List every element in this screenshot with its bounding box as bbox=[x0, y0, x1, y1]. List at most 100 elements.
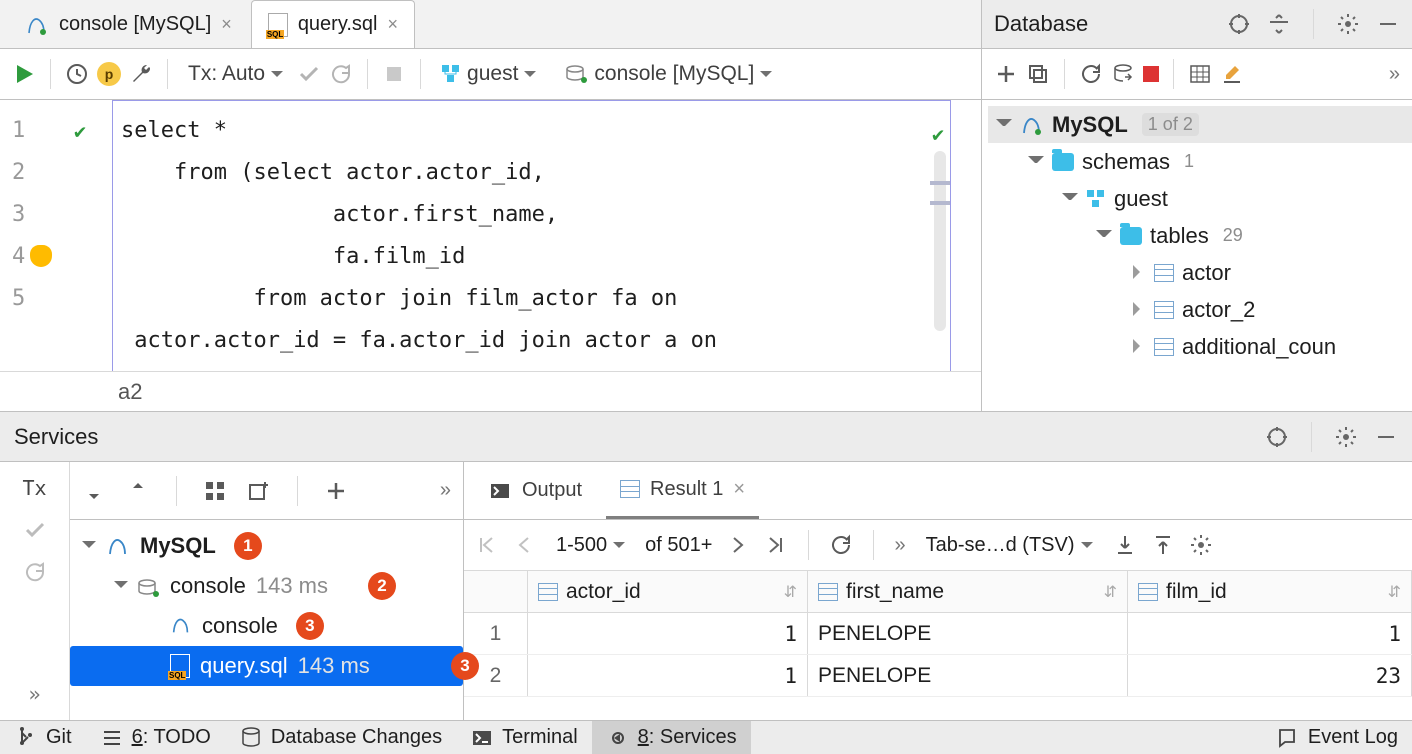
tree-row-tables[interactable]: tables 29 bbox=[988, 217, 1412, 254]
console-dropdown[interactable]: console [MySQL] bbox=[560, 58, 778, 90]
rollback-icon[interactable] bbox=[329, 62, 353, 86]
status-services[interactable]: 8: Services bbox=[592, 721, 751, 754]
add-icon[interactable] bbox=[324, 479, 348, 503]
tree-row-table[interactable]: actor bbox=[988, 254, 1412, 291]
result-row[interactable]: 2 1 PENELOPE 23 bbox=[464, 655, 1412, 697]
tree-row-table[interactable]: additional_coun bbox=[988, 328, 1412, 365]
editor-body[interactable]: 1 2 3 4 5 ✔ select * from (select actor.… bbox=[0, 100, 981, 371]
page-last-icon[interactable] bbox=[764, 533, 788, 557]
breadcrumb[interactable]: a2 bbox=[0, 371, 981, 411]
tree-row-table[interactable]: actor_2 bbox=[988, 291, 1412, 328]
tab-console[interactable]: console [MySQL] × bbox=[8, 0, 249, 48]
refresh-icon[interactable] bbox=[1079, 62, 1103, 86]
minimize-icon[interactable] bbox=[1376, 12, 1400, 36]
p-badge-icon[interactable]: p bbox=[97, 62, 121, 86]
grid-icon[interactable] bbox=[203, 479, 227, 503]
stop-red-icon[interactable] bbox=[1143, 66, 1159, 82]
minimize-icon[interactable] bbox=[1374, 425, 1398, 449]
svc-row-mysql[interactable]: MySQL 1 bbox=[70, 526, 463, 566]
result-row[interactable]: 1 1 PENELOPE 1 bbox=[464, 613, 1412, 655]
status-todo[interactable]: 6: TODO bbox=[86, 721, 225, 754]
import-up-icon[interactable] bbox=[1151, 533, 1175, 557]
tx-mode-dropdown[interactable]: Tx: Auto bbox=[182, 58, 289, 90]
commit-icon[interactable] bbox=[297, 62, 321, 86]
result-grid[interactable]: actor_id first_name film_id 1 1 PENELOPE… bbox=[464, 571, 1412, 720]
services-tree[interactable]: MySQL 1 console 143 ms 2 console 3 bbox=[70, 520, 463, 720]
datasource-icon bbox=[566, 65, 588, 83]
page-range-dropdown[interactable]: 1-500 bbox=[550, 530, 631, 561]
status-git[interactable]: Git bbox=[0, 721, 86, 754]
annotation-1: 1 bbox=[234, 532, 262, 560]
table-view-icon[interactable] bbox=[1188, 62, 1212, 86]
page-first-icon[interactable] bbox=[474, 533, 498, 557]
code-line[interactable]: fa.film_id bbox=[121, 236, 950, 278]
history-icon[interactable] bbox=[65, 62, 89, 86]
code-line[interactable]: from actor join film_actor fa on bbox=[121, 278, 950, 320]
gear-icon[interactable] bbox=[1189, 533, 1213, 557]
code-line[interactable]: select * bbox=[121, 110, 950, 152]
close-icon[interactable]: × bbox=[733, 478, 745, 501]
split-icon[interactable] bbox=[1267, 12, 1291, 36]
expand-up-icon[interactable] bbox=[82, 479, 106, 503]
gear-icon[interactable] bbox=[1334, 425, 1358, 449]
run-icon[interactable] bbox=[12, 62, 36, 86]
intention-bulb-icon[interactable] bbox=[30, 245, 52, 267]
code-line[interactable]: actor.actor_id = fa.actor_id join actor … bbox=[121, 320, 950, 362]
page-prev-icon[interactable] bbox=[512, 533, 536, 557]
col-header[interactable]: film_id bbox=[1128, 571, 1412, 612]
tx-label[interactable]: Tx bbox=[22, 476, 46, 500]
database-tree[interactable]: MySQL 1 of 2 schemas 1 guest tables 29 a… bbox=[982, 100, 1412, 365]
more-icon[interactable]: » bbox=[28, 682, 40, 706]
stop-icon[interactable] bbox=[382, 62, 406, 86]
wrench-icon[interactable] bbox=[129, 62, 153, 86]
datasource-icon bbox=[138, 577, 160, 595]
database-title: Database bbox=[994, 11, 1088, 37]
more-icon[interactable]: » bbox=[440, 479, 451, 502]
add-icon[interactable] bbox=[994, 62, 1018, 86]
database-toolbar: » bbox=[982, 49, 1412, 100]
services-icon bbox=[606, 726, 630, 750]
close-icon[interactable]: × bbox=[387, 14, 398, 35]
status-db-changes[interactable]: Database Changes bbox=[225, 721, 456, 754]
svc-row-query[interactable]: SQL query.sql 143 ms 3 bbox=[70, 646, 463, 686]
rollback-icon[interactable] bbox=[23, 560, 47, 584]
event-log-icon bbox=[1276, 726, 1300, 750]
commit-icon[interactable] bbox=[23, 518, 47, 542]
col-header[interactable]: actor_id bbox=[528, 571, 808, 612]
export-format-dropdown[interactable]: Tab-se…d (TSV) bbox=[920, 530, 1099, 561]
folder-icon bbox=[1052, 153, 1074, 171]
col-header[interactable]: first_name bbox=[808, 571, 1128, 612]
status-event-log[interactable]: Event Log bbox=[1262, 721, 1412, 754]
sync-icon[interactable] bbox=[1111, 62, 1135, 86]
schema-dropdown[interactable]: guest bbox=[435, 58, 542, 90]
tab-result[interactable]: Result 1 × bbox=[606, 462, 759, 519]
reload-icon[interactable] bbox=[829, 533, 853, 557]
tree-row-schema-guest[interactable]: guest bbox=[988, 180, 1412, 217]
new-tab-icon[interactable] bbox=[247, 479, 271, 503]
tree-row-schemas[interactable]: schemas 1 bbox=[988, 143, 1412, 180]
close-icon[interactable]: × bbox=[221, 14, 232, 35]
tab-output[interactable]: Output bbox=[474, 462, 596, 519]
export-down-icon[interactable] bbox=[1113, 533, 1137, 557]
code-line[interactable]: actor.first_name, bbox=[121, 194, 950, 236]
status-bar: Git 6: TODO Database Changes Terminal 8:… bbox=[0, 720, 1412, 754]
error-stripe[interactable] bbox=[934, 151, 946, 331]
gear-icon[interactable] bbox=[1336, 12, 1360, 36]
status-terminal[interactable]: Terminal bbox=[456, 721, 592, 754]
svc-row-console[interactable]: console 143 ms 2 bbox=[70, 566, 463, 606]
code-area[interactable]: ✔ select * from (select actor.actor_id, … bbox=[112, 100, 951, 371]
collapse-down-icon[interactable] bbox=[126, 479, 150, 503]
code-line[interactable]: from (select actor.actor_id, bbox=[121, 152, 950, 194]
target-icon[interactable] bbox=[1227, 12, 1251, 36]
more-icon[interactable]: » bbox=[1389, 63, 1400, 86]
tab-query[interactable]: SQL query.sql × bbox=[251, 0, 415, 48]
table-icon bbox=[620, 480, 640, 498]
edit-icon[interactable] bbox=[1220, 62, 1244, 86]
more-icon[interactable]: » bbox=[894, 534, 905, 557]
duplicate-icon[interactable] bbox=[1026, 62, 1050, 86]
svc-row-console-child[interactable]: console 3 bbox=[70, 606, 463, 646]
tree-row-datasource[interactable]: MySQL 1 of 2 bbox=[988, 106, 1412, 143]
git-icon bbox=[14, 726, 38, 750]
target-icon[interactable] bbox=[1265, 425, 1289, 449]
page-next-icon[interactable] bbox=[726, 533, 750, 557]
